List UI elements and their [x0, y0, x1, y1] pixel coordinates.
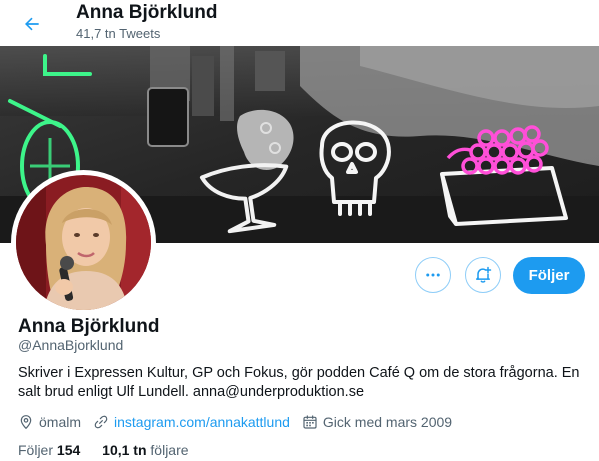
bell-plus-icon	[476, 266, 492, 283]
joined-text: Gick med mars 2009	[322, 414, 453, 430]
profile-bio: Skriver i Expressen Kultur, GP och Fokus…	[18, 365, 580, 400]
following-button[interactable]: Följer	[513, 257, 585, 294]
website-link[interactable]: instagram.com/annakattlund	[114, 414, 290, 430]
more-dots-icon	[426, 273, 440, 277]
location-pin-icon	[20, 415, 32, 430]
follow-stats: Följer 154 10,1 tn följare	[18, 442, 207, 458]
calendar-icon	[303, 415, 317, 429]
following-stat[interactable]: Följer 154	[18, 442, 80, 458]
notifications-button[interactable]	[465, 257, 501, 293]
followers-count: 10,1 tn	[102, 442, 147, 458]
following-count: 154	[56, 442, 81, 458]
header-name: Anna Björklund	[76, 2, 218, 23]
location-item: ömalm	[18, 414, 81, 430]
following-label: Följer	[18, 442, 54, 458]
more-options-button[interactable]	[415, 257, 451, 293]
profile-name: Anna Björklund	[18, 316, 160, 337]
header-tweet-count: 41,7 tn Tweets	[76, 26, 161, 41]
joined-item: Gick med mars 2009	[302, 414, 452, 430]
website-item[interactable]: instagram.com/annakattlund	[93, 414, 290, 430]
followers-stat[interactable]: 10,1 tn följare	[102, 442, 188, 458]
arrow-left-icon	[25, 17, 39, 31]
location-text: ömalm	[39, 414, 82, 430]
avatar	[16, 175, 151, 310]
profile-meta: ömalm instagram.com/annakattlund Gick me…	[18, 412, 464, 432]
avatar-frame[interactable]	[11, 170, 156, 315]
top-bar: Anna Björklund 41,7 tn Tweets	[0, 0, 599, 46]
followers-label: följare	[150, 442, 189, 458]
profile-handle: @AnnaBjorklund	[18, 337, 124, 353]
back-button[interactable]	[14, 6, 50, 42]
link-icon	[94, 415, 108, 429]
